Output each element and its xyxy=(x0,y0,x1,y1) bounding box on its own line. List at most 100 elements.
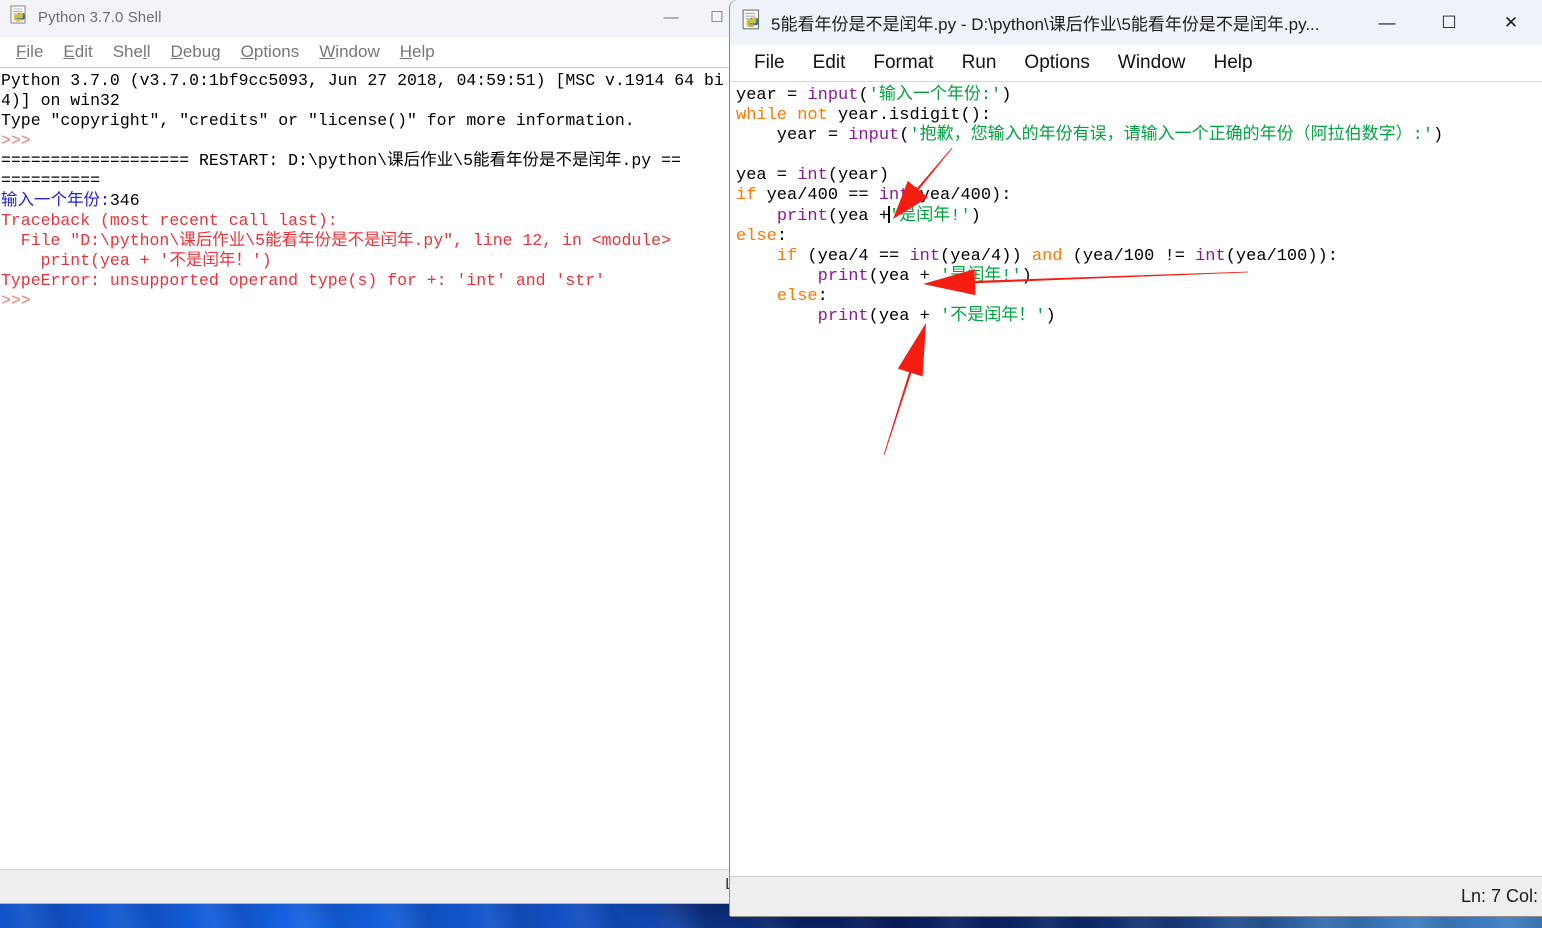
shell-statusbar: L xyxy=(0,869,740,903)
code-line: yea = int(year) xyxy=(736,166,1542,186)
shell-menubar[interactable]: File Edit Shell Debug Options Window Hel… xyxy=(0,37,740,68)
shell-text-span: 346 xyxy=(109,191,140,210)
shell-text-span: TypeError: unsupported operand type(s) f… xyxy=(1,271,605,290)
code-span: print xyxy=(817,267,869,286)
shell-line: ========== xyxy=(1,171,740,191)
code-line: if yea/400 == int(yea/400): xyxy=(736,186,1542,206)
shell-titlebar[interactable]: Python 3.7.0 Shell — ☐ xyxy=(0,0,740,37)
shell-menu-options[interactable]: Options xyxy=(231,42,310,62)
editor-window-controls[interactable]: — ☐ ✕ xyxy=(1356,0,1542,45)
code-span: year xyxy=(736,86,788,105)
shell-line: TypeError: unsupported operand type(s) f… xyxy=(1,271,740,291)
editor-menu-options[interactable]: Options xyxy=(1010,52,1103,74)
shell-text-span: >>> xyxy=(1,291,31,310)
shell-line: >>> xyxy=(1,291,740,311)
code-span: ( xyxy=(858,86,869,105)
code-line: else: xyxy=(736,287,1542,307)
shell-text-span: 4)] on win32 xyxy=(1,91,120,110)
code-span xyxy=(736,207,777,226)
shell-menu-file[interactable]: File xyxy=(6,42,53,62)
shell-text-span: >>> xyxy=(1,131,31,150)
code-span: ( xyxy=(899,126,910,145)
code-span: (yea/100)): xyxy=(1225,247,1338,266)
shell-line: print(yea + '不是闰年！') xyxy=(1,251,740,271)
code-span: '是闰年!' xyxy=(940,267,1022,286)
shell-text-span: Python 3.7.0 (v3.7.0:1bf9cc5093, Jun 27 … xyxy=(1,71,724,90)
shell-window-controls[interactable]: — ☐ xyxy=(648,0,740,36)
code-span: : xyxy=(776,227,788,246)
shell-text-span: print(yea + '不是闰年！') xyxy=(1,251,272,270)
code-span: (yea + xyxy=(868,307,941,326)
shell-line: >>> xyxy=(1,131,740,151)
editor-menubar[interactable]: File Edit Format Run Options Window Help xyxy=(730,45,1542,82)
code-span: (yea/100 != xyxy=(1062,247,1196,266)
code-span: '不是闰年！' xyxy=(940,307,1046,326)
editor-window-title: 5能看年份是不是闰年.py - D:\python\课后作业\5能看年份是不是闰… xyxy=(771,15,1320,34)
code-span: and xyxy=(1031,247,1063,266)
shell-text-span: 输入一个年份: xyxy=(1,191,110,210)
editor-minimize-button[interactable]: — xyxy=(1356,0,1418,45)
code-span: ) xyxy=(1045,307,1056,326)
code-span: '输入一个年份:' xyxy=(868,86,1002,105)
editor-menu-file[interactable]: File xyxy=(740,52,799,74)
code-span: int xyxy=(797,166,828,185)
editor-maximize-button[interactable]: ☐ xyxy=(1418,0,1480,45)
code-span: print xyxy=(776,207,828,226)
code-line: print(yea + '不是闰年！') xyxy=(736,307,1542,327)
code-span: ) xyxy=(1021,267,1032,286)
code-span: ) xyxy=(970,207,981,226)
code-span: (yea + xyxy=(868,267,941,286)
editor-code-area[interactable]: year = input('输入一个年份:') while not year.is… xyxy=(730,82,1542,886)
shell-text-span: Traceback (most recent call last): xyxy=(1,211,338,230)
shell-line: 4)] on win32 xyxy=(1,91,740,111)
shell-menu-shell[interactable]: Shell xyxy=(103,42,161,62)
shell-menu-edit[interactable]: Edit xyxy=(53,42,102,62)
editor-close-button[interactable]: ✕ xyxy=(1480,0,1542,45)
python-editor-window[interactable]: 5能看年份是不是闰年.py - D:\python\课后作业\5能看年份是不是闰… xyxy=(730,0,1542,916)
editor-menu-window[interactable]: Window xyxy=(1104,52,1200,74)
code-span: = xyxy=(787,86,808,105)
code-span: '是闰年!' xyxy=(889,207,971,226)
shell-output-area[interactable]: Python 3.7.0 (v3.7.0:1bf9cc5093, Jun 27 … xyxy=(0,68,740,871)
desktop: Python 3.7.0 Shell — ☐ File Edit Shell D… xyxy=(0,0,1542,928)
code-line: print(yea + '是闰年!') xyxy=(736,267,1542,287)
code-span: yea/400 == xyxy=(756,186,879,205)
code-span: (yea/400): xyxy=(909,186,1012,205)
code-line: while not year.isdigit(): xyxy=(736,106,1542,126)
code-span: '抱歉，您输入的年份有误，请输入一个正确的年份（阿拉伯数字）:' xyxy=(909,126,1434,145)
code-span: year = xyxy=(736,126,849,145)
shell-text-span: Type "copyright", "credits" or "license(… xyxy=(1,111,635,130)
shell-line: Python 3.7.0 (v3.7.0:1bf9cc5093, Jun 27 … xyxy=(1,71,740,91)
code-span: else xyxy=(776,287,818,306)
code-span: ) xyxy=(1001,86,1012,105)
shell-menu-help[interactable]: Help xyxy=(390,42,445,62)
code-span xyxy=(736,247,777,266)
shell-line: Type "copyright", "credits" or "license(… xyxy=(1,111,740,131)
shell-minimize-button[interactable]: — xyxy=(648,0,694,36)
shell-line: File "D:\python\课后作业\5能看年份是不是闰年.py", lin… xyxy=(1,231,740,251)
code-span: while not xyxy=(736,106,828,125)
shell-menu-debug[interactable]: Debug xyxy=(161,42,231,62)
editor-titlebar[interactable]: 5能看年份是不是闰年.py - D:\python\课后作业\5能看年份是不是闰… xyxy=(730,0,1542,45)
shell-line: =================== RESTART: D:\python\课… xyxy=(1,151,740,171)
code-span xyxy=(736,287,777,306)
python-shell-window[interactable]: Python 3.7.0 Shell — ☐ File Edit Shell D… xyxy=(0,0,740,903)
python-idle-icon xyxy=(10,5,30,30)
shell-text-span: =================== RESTART: D:\python\课… xyxy=(1,151,681,170)
code-span: ) xyxy=(1433,126,1444,145)
code-span: if xyxy=(776,247,798,266)
editor-menu-help[interactable]: Help xyxy=(1199,52,1266,74)
shell-menu-window[interactable]: Window xyxy=(309,42,389,62)
shell-text-span: ========== xyxy=(1,171,101,190)
editor-menu-run[interactable]: Run xyxy=(948,52,1011,74)
code-span: if xyxy=(736,186,757,205)
code-span: input xyxy=(807,86,859,105)
code-span: (yea/4 == xyxy=(797,247,910,266)
editor-menu-edit[interactable]: Edit xyxy=(799,52,860,74)
code-span: else xyxy=(736,227,777,246)
shell-text-span: File "D:\python\课后作业\5能看年份是不是闰年.py", lin… xyxy=(1,231,671,250)
code-line: year = input('输入一个年份:') xyxy=(736,86,1542,106)
editor-status-text: Ln: 7 Col: xyxy=(1460,886,1538,906)
editor-menu-format[interactable]: Format xyxy=(859,52,947,74)
